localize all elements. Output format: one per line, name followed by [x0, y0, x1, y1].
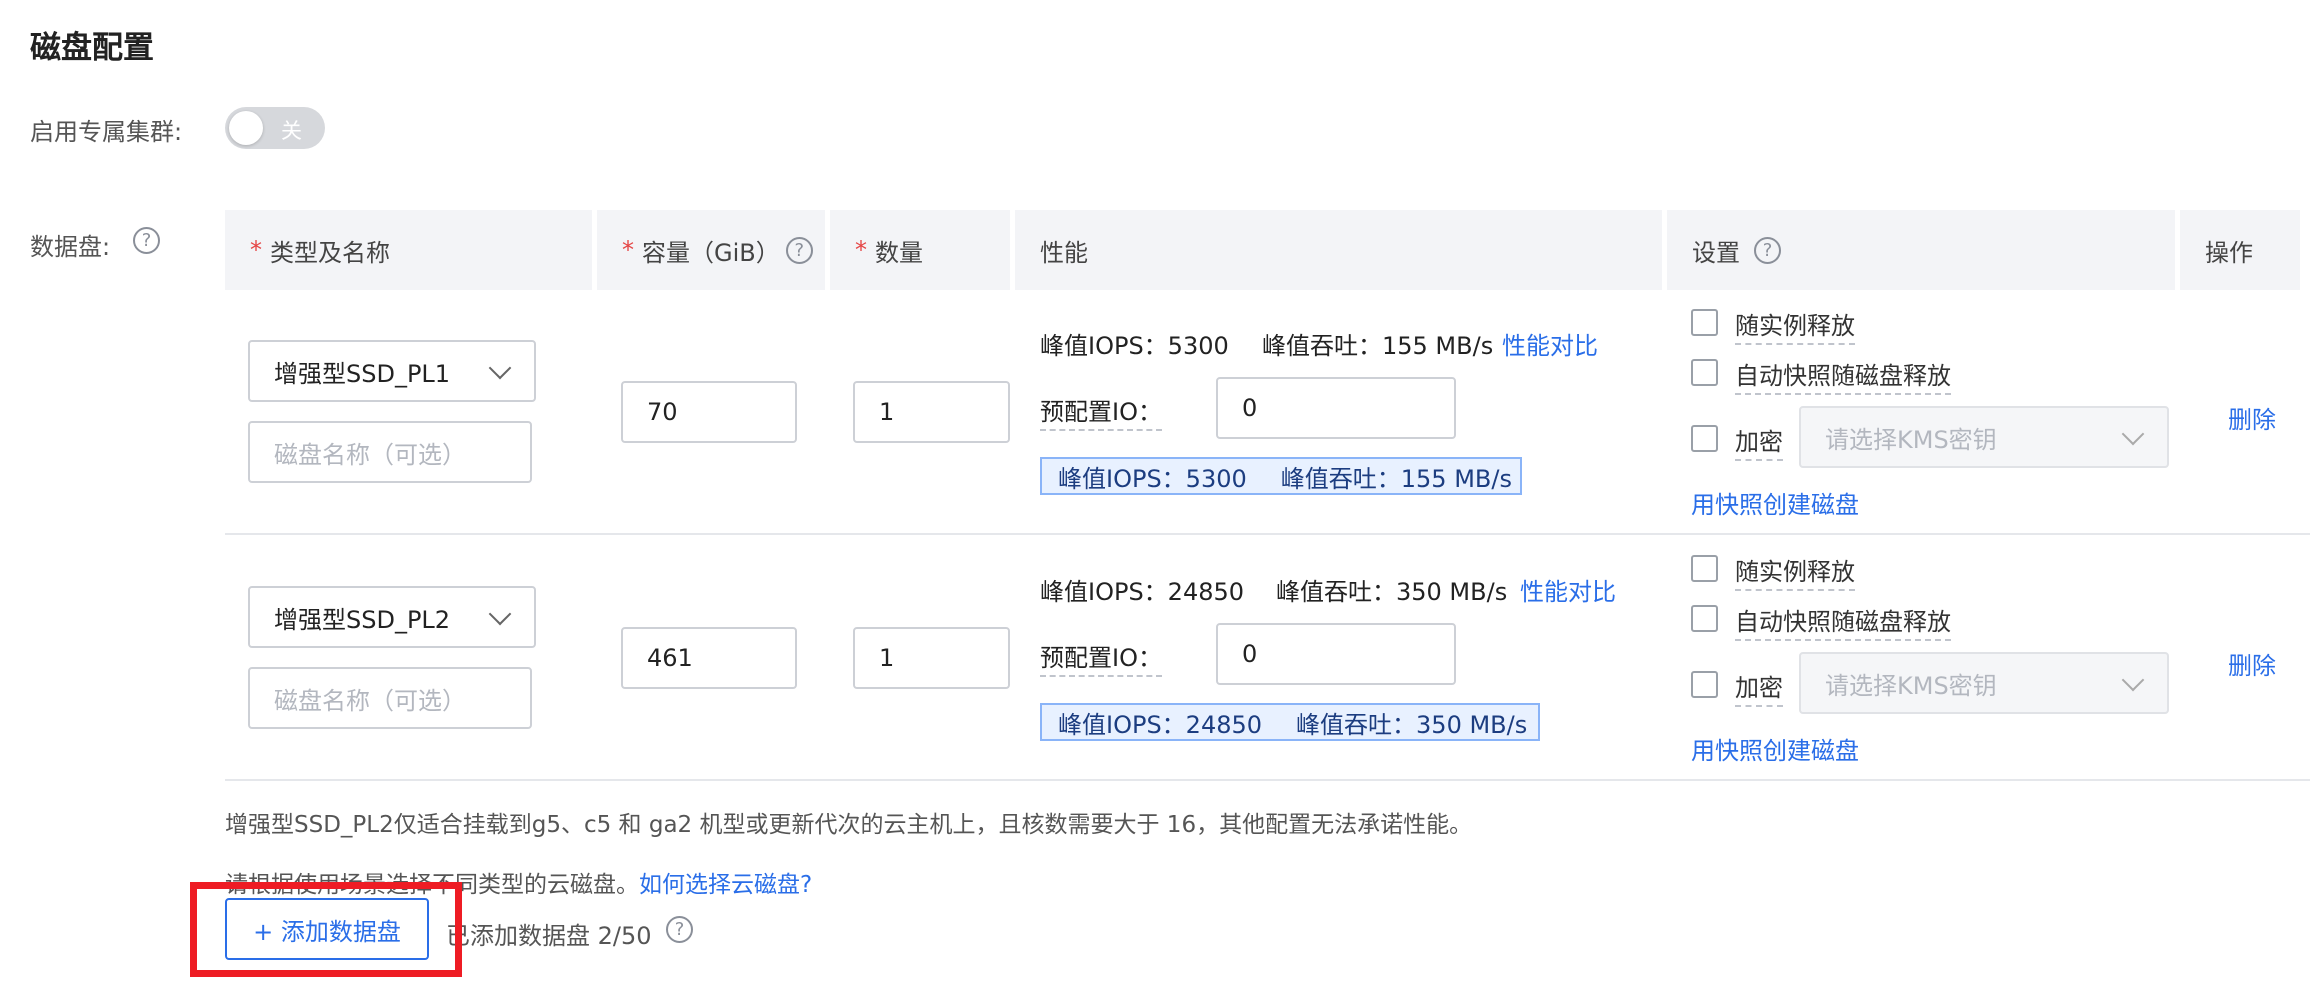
kms-key-placeholder: 请选择KMS密钥	[1825, 671, 1997, 700]
disk-name-input[interactable]: 磁盘名称（可选）	[248, 667, 532, 729]
capacity-input[interactable]: 70	[621, 381, 797, 443]
performance-compare-link[interactable]: 性能对比	[1520, 572, 1616, 607]
how-to-choose-link[interactable]: 如何选择云磁盘?	[639, 872, 812, 898]
header-actions: 操作	[2180, 210, 2300, 290]
data-disk-label: 数据盘:	[30, 233, 111, 261]
dedicated-cluster-label: 启用专属集群:	[30, 118, 183, 146]
delete-disk-link[interactable]: 删除	[2228, 400, 2276, 435]
required-mark: *	[622, 236, 634, 264]
peak-throughput-text: 峰值吞吐：155 MB/s	[1262, 332, 1494, 360]
capacity-value: 70	[647, 398, 678, 426]
header-type-name-label: 类型及名称	[270, 238, 390, 267]
added-count-text: 已添加数据盘 2/50	[446, 922, 652, 950]
header-capacity-label: 容量（GiB）	[642, 238, 780, 267]
delete-disk-link[interactable]: 删除	[2228, 646, 2276, 681]
dedicated-cluster-switch[interactable]: 关	[225, 107, 325, 149]
disk-type-value: 增强型SSD_PL2	[274, 605, 451, 634]
kms-key-select[interactable]: 请选择KMS密钥	[1799, 652, 2169, 714]
switch-state-text: 关	[281, 119, 302, 143]
count-value: 1	[879, 644, 895, 672]
header-type-name: * 类型及名称	[225, 210, 592, 290]
encrypt-label: 加密	[1735, 422, 1783, 461]
kms-key-select[interactable]: 请选择KMS密钥	[1799, 406, 2169, 468]
header-actions-label: 操作	[2205, 238, 2253, 267]
release-with-instance-label: 随实例释放	[1735, 552, 1855, 591]
performance-badge: 峰值IOPS：5300 峰值吞吐：155 MB/s	[1040, 457, 1522, 495]
header-settings: 设置 ?	[1667, 210, 2175, 290]
capacity-input[interactable]: 461	[621, 627, 797, 689]
row-divider	[225, 533, 2310, 535]
count-input[interactable]: 1	[853, 627, 1010, 689]
chevron-down-icon	[488, 356, 512, 380]
preconfig-io-value: 0	[1242, 640, 1258, 668]
pl2-note: 增强型SSD_PL2仅适合挂载到g5、c5 和 ga2 机型或更新代次的云主机上…	[225, 812, 1473, 838]
badge-throughput: 峰值吞吐：155 MB/s	[1280, 464, 1512, 493]
highlight-box	[190, 882, 462, 977]
release-with-instance-checkbox[interactable]	[1691, 309, 1718, 336]
disk-type-value: 增强型SSD_PL1	[274, 359, 451, 388]
preconfig-io-input[interactable]: 0	[1216, 623, 1456, 685]
release-with-instance-checkbox[interactable]	[1691, 555, 1718, 582]
switch-knob	[229, 111, 263, 145]
required-mark: *	[855, 236, 867, 264]
preconfig-io-input[interactable]: 0	[1216, 377, 1456, 439]
required-mark: *	[250, 236, 262, 264]
preconfig-io-value: 0	[1242, 394, 1258, 422]
count-input[interactable]: 1	[853, 381, 1010, 443]
disk-name-placeholder: 磁盘名称（可选）	[274, 686, 466, 715]
chevron-down-icon	[2121, 668, 2145, 692]
peak-throughput-text: 峰值吞吐：350 MB/s	[1276, 578, 1508, 606]
header-capacity: * 容量（GiB） ?	[597, 210, 825, 290]
preconfig-io-label: 预配置IO：	[1040, 392, 1162, 431]
disk-name-input[interactable]: 磁盘名称（可选）	[248, 421, 532, 483]
encrypt-label: 加密	[1735, 668, 1783, 707]
count-value: 1	[879, 398, 895, 426]
question-circle-icon[interactable]: ?	[666, 916, 693, 943]
disk-type-select[interactable]: 增强型SSD_PL2	[248, 586, 536, 648]
snapshot-release-label: 自动快照随磁盘释放	[1735, 602, 1951, 641]
disk-type-select[interactable]: 增强型SSD_PL1	[248, 340, 536, 402]
snapshot-release-checkbox[interactable]	[1691, 605, 1718, 632]
header-performance-label: 性能	[1040, 238, 1088, 267]
performance-badge: 峰值IOPS：24850 峰值吞吐：350 MB/s	[1040, 703, 1540, 741]
question-circle-icon[interactable]: ?	[133, 227, 160, 254]
badge-iops: 峰值IOPS：24850	[1058, 710, 1263, 739]
row-divider	[225, 779, 2310, 781]
performance-compare-link[interactable]: 性能对比	[1502, 326, 1598, 361]
create-from-snapshot-link[interactable]: 用快照创建磁盘	[1691, 731, 1859, 766]
capacity-value: 461	[647, 644, 693, 672]
badge-iops: 峰值IOPS：5300	[1058, 464, 1247, 493]
encrypt-checkbox[interactable]	[1691, 425, 1718, 452]
snapshot-release-label: 自动快照随磁盘释放	[1735, 356, 1951, 395]
disk-name-placeholder: 磁盘名称（可选）	[274, 440, 466, 469]
chevron-down-icon	[488, 602, 512, 626]
kms-key-placeholder: 请选择KMS密钥	[1825, 425, 1997, 454]
question-circle-icon[interactable]: ?	[785, 236, 813, 264]
header-settings-label: 设置	[1692, 238, 1740, 267]
snapshot-release-checkbox[interactable]	[1691, 359, 1718, 386]
encrypt-checkbox[interactable]	[1691, 671, 1718, 698]
create-from-snapshot-link[interactable]: 用快照创建磁盘	[1691, 485, 1859, 520]
question-circle-icon[interactable]: ?	[1754, 236, 1781, 264]
header-count: * 数量	[830, 210, 1010, 290]
chevron-down-icon	[2121, 422, 2145, 446]
peak-iops-text: 峰值IOPS：24850	[1040, 578, 1245, 606]
peak-iops-text: 峰值IOPS：5300	[1040, 332, 1229, 360]
header-performance: 性能	[1015, 210, 1662, 290]
badge-throughput: 峰值吞吐：350 MB/s	[1296, 710, 1528, 739]
release-with-instance-label: 随实例释放	[1735, 306, 1855, 345]
header-count-label: 数量	[875, 238, 923, 267]
page-title: 磁盘配置	[30, 30, 154, 66]
preconfig-io-label: 预配置IO：	[1040, 638, 1162, 677]
